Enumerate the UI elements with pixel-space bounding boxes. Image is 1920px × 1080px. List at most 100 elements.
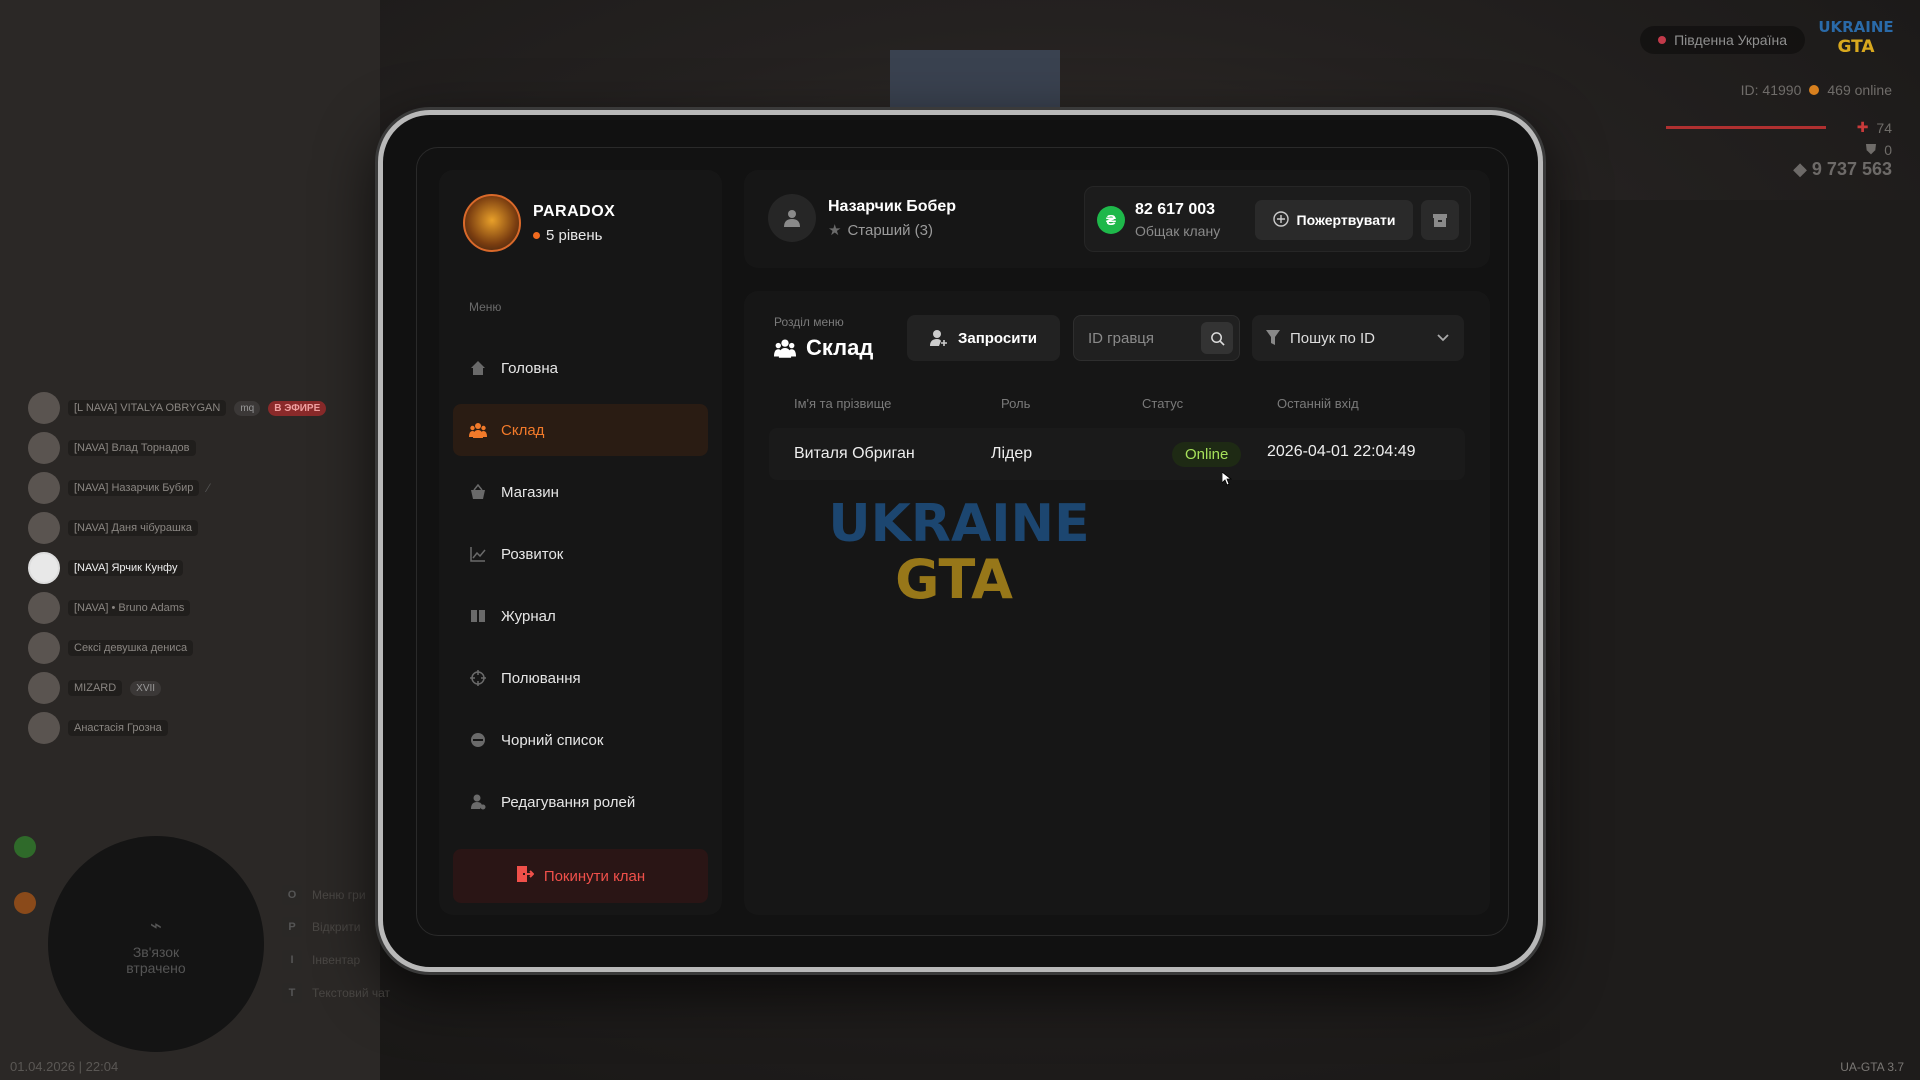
sidebar-item-blacklist[interactable]: Чорний список (453, 714, 708, 766)
avatar (28, 512, 60, 544)
voice-chat-row: Сексі девушка дениса (28, 628, 326, 668)
user-rank-label: Старший (3) (847, 221, 933, 239)
avatar (28, 472, 60, 504)
column-header-status: Статус (1142, 396, 1184, 411)
game-version: UA-GTA 3.7 (1840, 1060, 1904, 1074)
tablet-screen: PARADOX 5 рівень Меню Головна Склад Мага… (416, 147, 1509, 936)
svg-text:GTA: GTA (895, 548, 1013, 611)
hunger-status-icon (14, 892, 36, 914)
server-logo: UKRAINE GTA (1818, 18, 1893, 57)
avatar (28, 432, 60, 464)
clan-profile: PARADOX 5 рівень (463, 194, 615, 252)
voice-chat-row: MIZARD XVII (28, 668, 326, 708)
star-icon: ★ (828, 222, 842, 239)
player-id-line: ID: 41990 469 online (1741, 82, 1892, 98)
user-rank: ★ Старший (3) (828, 221, 933, 240)
sidebar-item-shop[interactable]: Магазин (453, 466, 708, 518)
invite-label: Запросити (957, 329, 1038, 347)
table-row[interactable]: Виталя Обриган Лідер Online 2026-04-01 2… (769, 428, 1465, 480)
region-badge: Південна Україна (1640, 26, 1805, 54)
armor-line: ⛊ 0 (1866, 141, 1892, 158)
armor-icon: ⛊ (1865, 141, 1877, 157)
sidebar-item-development[interactable]: Розвиток (453, 528, 708, 580)
member-last-login: 2026-04-01 22:04:49 (1267, 443, 1416, 460)
keybind-label: Інвентар (312, 953, 361, 967)
health-bar (1666, 126, 1826, 129)
voice-chat-row: Анастасія Грозна (28, 708, 326, 748)
live-badge: В ЭФИРЕ (268, 400, 327, 416)
minimap: ⌁ Зв'язок втрачено (48, 836, 264, 1052)
no-signal-icon: ⌁ (149, 914, 163, 937)
svg-text:GTA: GTA (1837, 37, 1875, 57)
chevron-down-icon (1437, 334, 1449, 342)
keybind-hint: O Меню гри (282, 885, 366, 905)
money-display: ◆ 9 737 563 (1793, 159, 1892, 180)
keybind-key: T (282, 983, 302, 1003)
box-icon (1433, 214, 1447, 227)
keybind-hint: P Відкрити (282, 917, 361, 937)
armor-value: 0 (1884, 141, 1892, 158)
voice-chat-name: Анастасія Грозна (68, 720, 168, 736)
donate-button[interactable]: Пожертвувати (1255, 200, 1413, 240)
avatar (28, 672, 60, 704)
add-user-icon (929, 330, 947, 346)
storage-box-button[interactable] (1421, 200, 1459, 240)
voice-chat-name: [NAVA] Ярчик Кунфу (68, 560, 184, 576)
minimap-status: Зв'язок втрачено (126, 943, 186, 976)
sidebar-item-label: Журнал (501, 607, 556, 625)
menu-heading: Меню (469, 300, 502, 314)
filter-icon (1266, 330, 1280, 345)
currency-coin-icon: ₴ (1097, 206, 1125, 234)
sidebar-item-storage[interactable]: Склад (453, 404, 708, 456)
members-icon (469, 421, 487, 439)
avatar (28, 392, 60, 424)
keybind-key: O (282, 885, 302, 905)
keybind-hint: T Текстовий чат (282, 983, 390, 1003)
sidebar-item-label: Чорний список (501, 731, 604, 749)
voice-chat-extra: mq (234, 400, 261, 416)
filter-label: Пошук по ID (1290, 329, 1376, 347)
avatar (28, 552, 60, 584)
sidebar-item-roles[interactable]: Редагування ролей (453, 776, 708, 828)
section-title-label: Склад (806, 335, 874, 360)
datetime: 01.04.2026 | 22:04 (10, 1059, 119, 1074)
column-header-name: Ім'я та прізвище (794, 396, 892, 411)
storage-panel: Розділ меню Склад Запросити Пошук по ID … (744, 291, 1490, 915)
crosshair-icon (469, 669, 487, 687)
invite-button[interactable]: Запросити (907, 315, 1060, 361)
voice-chat-row: [NAVA] Даня чібурашка (28, 508, 326, 548)
avatar (28, 592, 60, 624)
column-header-last-login: Останній вхід (1277, 396, 1359, 411)
sidebar-item-journal[interactable]: Журнал (453, 590, 708, 642)
voice-chat-row: [NAVA] • Bruno Adams (28, 588, 326, 628)
user-name: Назарчик Бобер (828, 198, 957, 215)
section-title: Склад (774, 335, 873, 361)
user-avatar (768, 194, 816, 242)
online-count: 469 online (1827, 82, 1892, 98)
block-icon (469, 731, 487, 749)
money-value: 9 737 563 (1811, 159, 1892, 179)
column-header-role: Роль (1001, 396, 1031, 411)
section-label: Розділ меню (774, 315, 844, 329)
voice-chat-row: [L NAVA] VITALYA OBRYGAN mq В ЭФИРЕ (28, 388, 327, 428)
voice-chat-name: [NAVA] Назарчик Бубир (68, 480, 200, 496)
user-role-icon (469, 793, 487, 811)
keybind-key: P (282, 917, 302, 937)
player-id: ID: 41990 (1740, 82, 1802, 98)
money-icon: ◆ (1793, 159, 1807, 179)
sidebar-item-label: Магазин (501, 483, 559, 501)
leave-clan-button[interactable]: Покинути клан (453, 849, 708, 903)
sidebar-item-hunting[interactable]: Полювання (453, 652, 708, 704)
chart-icon (469, 545, 487, 563)
region-label: Південна Україна (1674, 32, 1787, 48)
voice-chat-extra: XVII (130, 680, 162, 696)
filter-dropdown[interactable]: Пошук по ID (1252, 315, 1464, 361)
mouse-cursor-icon (1222, 472, 1232, 486)
background-window (890, 50, 1060, 110)
clan-avatar (463, 194, 521, 252)
clan-bank: ₴ 82 617 003 Общак клану Пожертвувати (1084, 186, 1471, 252)
home-icon (469, 359, 487, 377)
keybind-label: Текстовий чат (312, 986, 391, 1000)
search-button[interactable] (1201, 322, 1233, 354)
sidebar-item-home[interactable]: Головна (453, 342, 708, 394)
